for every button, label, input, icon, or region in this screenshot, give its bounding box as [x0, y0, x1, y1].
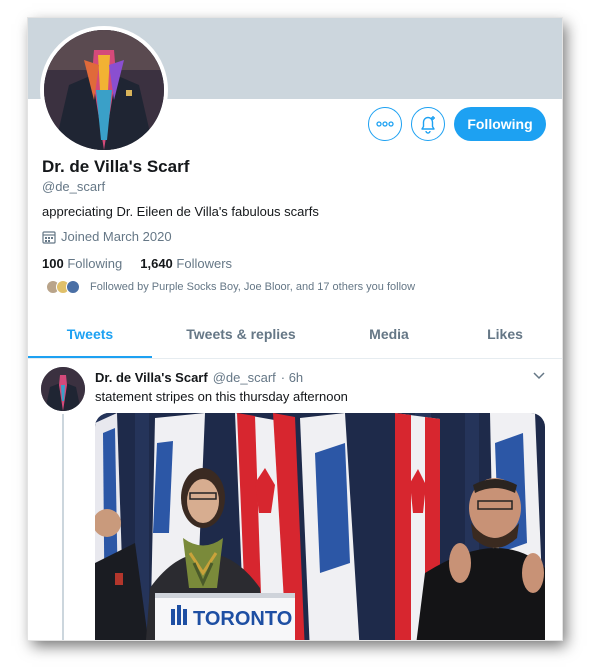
- following-button[interactable]: Following: [454, 107, 546, 141]
- following-label: Following: [67, 256, 123, 271]
- followed-by[interactable]: Followed by Purple Socks Boy, Joe Bloor,…: [46, 280, 415, 294]
- tweet-header: Dr. de Villa's Scarf @de_scarf · 6h: [95, 370, 303, 385]
- followed-by-text: Followed by Purple Socks Boy, Joe Bloor,…: [90, 281, 416, 293]
- profile-tabs: Tweets Tweets & replies Media Likes: [28, 314, 562, 359]
- tweet-menu-button[interactable]: [533, 369, 545, 383]
- joined-date: Joined March 2020: [42, 229, 172, 244]
- tab-tweets[interactable]: Tweets: [28, 314, 152, 358]
- tweet-media-image[interactable]: TORONTO: [95, 413, 545, 640]
- followers-count: 1,640: [140, 256, 173, 271]
- thread-line: [62, 414, 64, 640]
- tab-tweets-replies[interactable]: Tweets & replies: [152, 314, 330, 358]
- profile-avatar[interactable]: [40, 26, 168, 154]
- more-icon: [376, 121, 394, 127]
- profile-handle: @de_scarf: [42, 179, 106, 194]
- tweet-time[interactable]: · 6h: [281, 370, 303, 385]
- profile-stats: 100 Following 1,640 Followers: [42, 256, 232, 271]
- calendar-icon: [42, 230, 56, 244]
- profile-page: Following Dr. de Villa's Scarf @de_scarf…: [28, 18, 562, 640]
- follower-avatars: [46, 280, 80, 294]
- following-stat[interactable]: 100 Following: [42, 256, 122, 271]
- following-count: 100: [42, 256, 64, 271]
- chevron-down-icon: [533, 372, 545, 380]
- followers-label: Followers: [176, 256, 233, 271]
- bell-plus-icon: [421, 116, 435, 134]
- tweet-text: statement stripes on this thursday after…: [95, 389, 348, 404]
- tweet-avatar[interactable]: [41, 367, 85, 411]
- podium-sign-text: TORONTO: [193, 608, 292, 630]
- joined-text: Joined March 2020: [61, 229, 172, 244]
- profile-bio: appreciating Dr. Eileen de Villa's fabul…: [42, 204, 319, 219]
- avatar: [66, 280, 80, 294]
- tab-likes[interactable]: Likes: [448, 314, 562, 358]
- tweet-author-name[interactable]: Dr. de Villa's Scarf: [95, 370, 208, 385]
- more-button[interactable]: [368, 107, 402, 141]
- tweet-author-handle[interactable]: @de_scarf: [213, 370, 276, 385]
- profile-name: Dr. de Villa's Scarf: [42, 157, 190, 176]
- followers-stat[interactable]: 1,640 Followers: [140, 256, 232, 271]
- tab-media[interactable]: Media: [330, 314, 448, 358]
- notifications-button[interactable]: [411, 107, 445, 141]
